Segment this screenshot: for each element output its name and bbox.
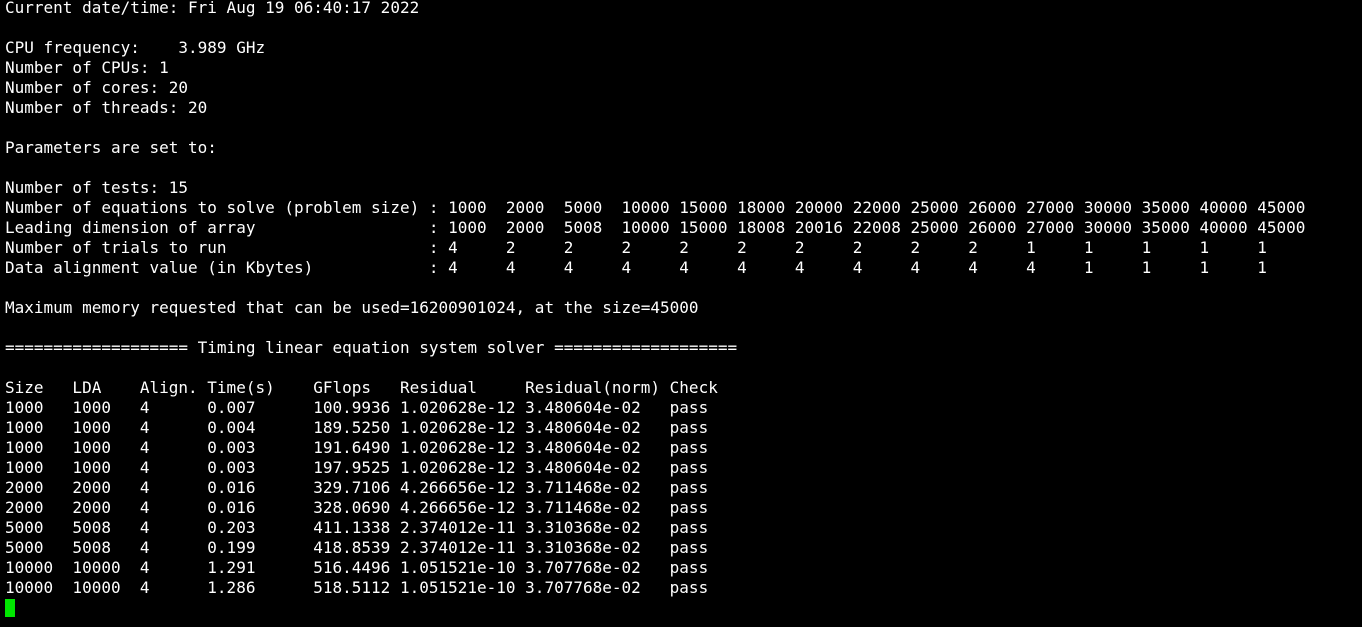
results-table-row: 1000 1000 4 0.003 191.6490 1.020628e-12 … (5, 438, 709, 457)
results-table-row: 1000 1000 4 0.003 197.9525 1.020628e-12 … (5, 458, 709, 477)
line-timing-banner: =================== Timing linear equati… (5, 338, 738, 357)
line-blank (5, 318, 1362, 338)
line-blank (5, 358, 1362, 378)
line-blank (5, 158, 1362, 178)
results-table-row: 2000 2000 4 0.016 329.7106 4.266656e-12 … (5, 478, 709, 497)
line-number-of-cores: Number of cores: 20 (5, 78, 189, 97)
line-blank (5, 118, 1362, 138)
results-table-row: 5000 5008 4 0.203 411.1338 2.374012e-11 … (5, 518, 709, 537)
line-leading-dimensions: Leading dimension of array : 1000 2000 5… (5, 218, 1306, 237)
results-table-row: 5000 5008 4 0.199 418.8539 2.374012e-11 … (5, 538, 709, 557)
terminal-window[interactable]: Current date/time: Fri Aug 19 06:40:17 2… (5, 0, 1362, 627)
results-table-row: 1000 1000 4 0.004 189.5250 1.020628e-12 … (5, 418, 709, 437)
results-table-row: 1000 1000 4 0.007 100.9936 1.020628e-12 … (5, 398, 709, 417)
line-number-of-tests: Number of tests: 15 (5, 178, 189, 197)
line-parameters-heading: Parameters are set to: (5, 138, 217, 157)
results-table-header: Size LDA Align. Time(s) GFlops Residual … (5, 378, 718, 397)
line-number-of-trials: Number of trials to run : 4 2 2 2 2 2 2 … (5, 238, 1267, 257)
line-blank (5, 18, 1362, 38)
results-table-row: 10000 10000 4 1.286 518.5112 1.051521e-1… (5, 578, 709, 597)
line-data-alignment: Data alignment value (in Kbytes) : 4 4 4… (5, 258, 1267, 277)
line-cpu-frequency: CPU frequency: 3.989 GHz (5, 38, 266, 57)
line-number-of-cpus: Number of CPUs: 1 (5, 58, 169, 77)
line-maximum-memory: Maximum memory requested that can be use… (5, 298, 699, 317)
cursor-line (5, 598, 1362, 618)
results-table-row: 10000 10000 4 1.291 516.4496 1.051521e-1… (5, 558, 709, 577)
line-number-of-threads: Number of threads: 20 (5, 98, 208, 117)
results-table-row: 2000 2000 4 0.016 328.0690 4.266656e-12 … (5, 498, 709, 517)
terminal-cursor[interactable] (5, 599, 15, 617)
line-problem-sizes: Number of equations to solve (problem si… (5, 198, 1306, 217)
line-datetime: Current date/time: Fri Aug 19 06:40:17 2… (5, 0, 420, 17)
line-blank (5, 278, 1362, 298)
